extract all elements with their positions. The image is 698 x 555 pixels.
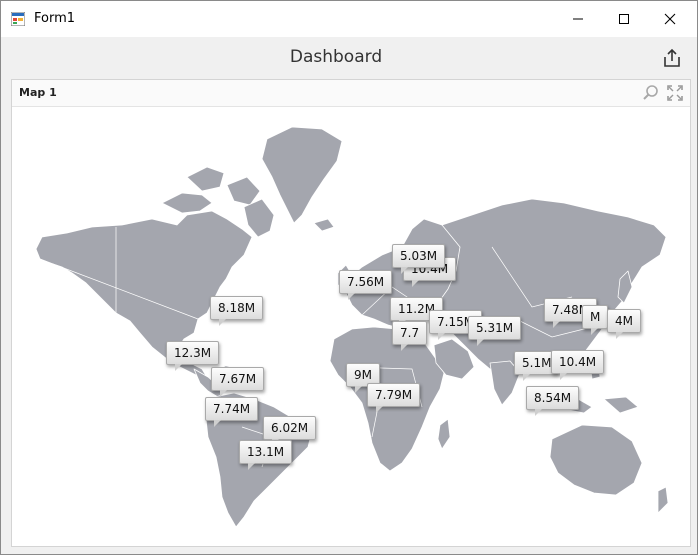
window-title: Form1: [34, 11, 76, 26]
close-icon: [664, 13, 676, 25]
map-callout[interactable]: 4M: [607, 309, 641, 339]
arctic-islands-2: [186, 166, 225, 192]
map-callout[interactable]: 6.02M: [263, 416, 317, 446]
new-guinea: [603, 396, 639, 414]
map-item: Map 1 8.18M 12.3M 7.67M 7.74M 6.02M 13.1…: [11, 79, 691, 547]
madagascar: [437, 418, 451, 450]
export-button[interactable]: [661, 47, 683, 69]
map-item-caption: Map 1: [12, 80, 690, 107]
map-item-title: Map 1: [19, 86, 57, 99]
map-callout[interactable]: M: [582, 305, 609, 335]
winforms-app-icon: [10, 11, 26, 27]
arctic-islands: [161, 192, 213, 214]
baffin-island: [243, 198, 275, 238]
map-callout[interactable]: 8.54M: [526, 386, 580, 416]
map-canvas[interactable]: 8.18M 12.3M 7.67M 7.74M 6.02M 13.1M 7.56…: [12, 107, 690, 546]
map-callout[interactable]: 7.7: [392, 321, 428, 351]
close-button[interactable]: [647, 1, 693, 37]
dashboard-title: Dashboard: [289, 47, 383, 67]
map-callout[interactable]: 8.18M: [210, 296, 264, 326]
maximize-icon: [619, 14, 629, 24]
application-window: Form1 Dashboard Map 1 8.18M 12.3M 7.67M …: [0, 0, 698, 555]
map-callout[interactable]: 5.03M: [392, 244, 446, 274]
maximize-button[interactable]: [601, 1, 647, 37]
map-callout[interactable]: 12.3M: [166, 341, 220, 371]
new-zealand: [657, 486, 669, 514]
arctic-islands-3: [226, 176, 261, 206]
greenland-land: [261, 126, 343, 224]
map-callout[interactable]: 7.74M: [205, 397, 259, 427]
title-bar[interactable]: Form1: [1, 1, 697, 37]
fullscreen-button[interactable]: [666, 84, 684, 102]
zoom-icon: [643, 85, 658, 100]
iceland: [313, 218, 335, 232]
export-icon: [664, 48, 680, 67]
map-callout[interactable]: 7.79M: [367, 383, 421, 413]
australia-land: [549, 424, 643, 496]
dashboard-title-bar: Dashboard: [1, 37, 697, 77]
map-callout[interactable]: 10.4M: [551, 350, 605, 380]
zoom-button[interactable]: [642, 84, 660, 102]
map-callout[interactable]: 7.67M: [211, 367, 265, 397]
map-callout[interactable]: 13.1M: [239, 440, 293, 470]
fullscreen-icon: [667, 85, 683, 101]
map-callout[interactable]: 5.31M: [468, 316, 522, 346]
minimize-button[interactable]: [555, 1, 601, 37]
north-america-land: [35, 210, 253, 380]
minimize-icon: [573, 18, 583, 20]
map-callout[interactable]: 7.56M: [339, 270, 393, 300]
